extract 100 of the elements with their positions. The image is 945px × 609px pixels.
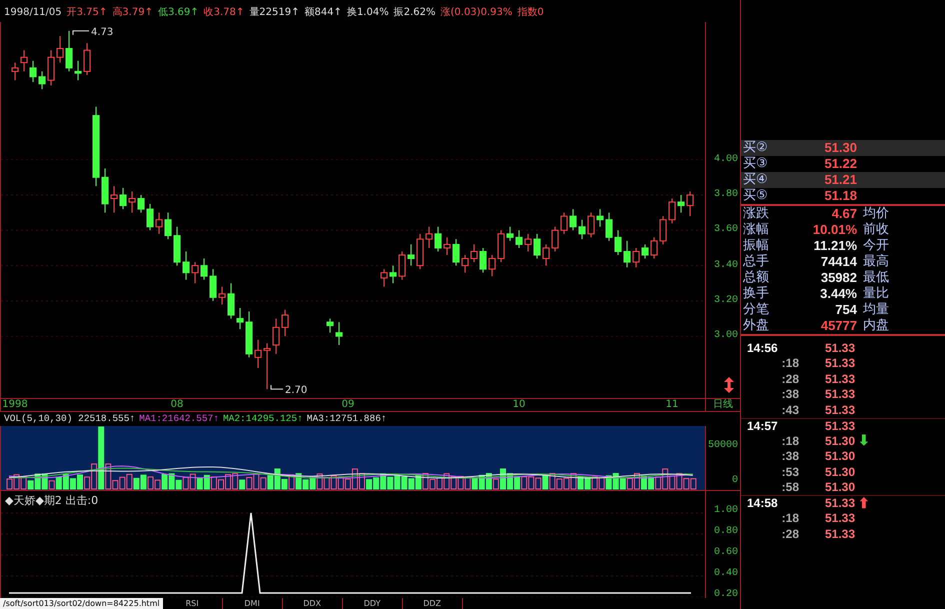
stat-value: 74414: [820, 254, 857, 270]
tick-price: 51.33: [825, 340, 856, 357]
tick-time: :28: [780, 526, 800, 543]
axis-label: 3.60: [714, 224, 738, 236]
date-axis-label: 08: [170, 399, 184, 411]
axis-label: 4.00: [714, 154, 738, 166]
bid-price: 51.21: [823, 172, 857, 188]
axis-label: 0.40: [714, 568, 738, 580]
axis-label: 0: [732, 475, 738, 487]
tick-time: 14:58: [746, 495, 779, 512]
stat-label: 内盘: [862, 318, 889, 334]
bid-price: 51.18: [823, 188, 857, 204]
candlestick: [408, 244, 414, 266]
tick-price: 51.33: [825, 386, 856, 404]
indicator-tab[interactable]: DDY: [342, 598, 403, 609]
quote-field: 开3.75↑: [66, 5, 108, 20]
date-label: 1998/11/05: [4, 6, 62, 20]
stat-value: 35982: [820, 270, 857, 286]
axis-label: 0.80: [714, 526, 738, 538]
axis-label: 3.20: [714, 294, 738, 307]
candlestick: [74, 60, 82, 81]
date-axis-label: 10: [512, 399, 526, 411]
indicator-value: MA1:21642.557↑: [139, 412, 219, 426]
candlestick: [110, 186, 118, 214]
candlestick: [336, 322, 342, 346]
stat-label: 最低: [862, 270, 889, 286]
stat-label: 外盘: [742, 318, 770, 334]
tick-time: :43: [780, 402, 800, 419]
candlestick: [156, 212, 162, 234]
candlestick: [92, 106, 100, 187]
tick-time: :28: [780, 370, 800, 388]
tick-time: :38: [780, 448, 800, 466]
stat-value: 45777: [820, 318, 857, 334]
low-price-label: 2.70: [285, 385, 308, 396]
tick-price: 51.33: [825, 402, 856, 419]
stat-value: 10.01%: [812, 222, 857, 238]
axis-label: 0.20: [714, 589, 738, 601]
stat-label: 振幅: [742, 238, 770, 254]
candlestick: [426, 226, 432, 248]
tick-time: :38: [780, 386, 800, 404]
quote-field: 振2.62%: [394, 5, 436, 20]
axis-label: 0.60: [714, 547, 738, 559]
candlestick: [102, 168, 108, 214]
indicator-value: MA2:14295.125↑: [222, 412, 303, 426]
stat-label: 量比: [862, 286, 889, 302]
quote-field: 额844↑: [304, 5, 342, 20]
quote-field: 换1.04%: [346, 5, 389, 20]
candlestick: [272, 318, 280, 354]
candlestick: [12, 62, 18, 81]
stat-label: 最高: [862, 254, 889, 270]
tick-price: 51.30: [825, 464, 856, 481]
tick-time: :58: [780, 479, 800, 496]
stat-label: 总额: [742, 270, 770, 286]
tick-price: 51.33: [825, 418, 856, 435]
candlestick: [20, 50, 28, 72]
stat-label: 今开: [862, 238, 889, 254]
axis-label: 3.40: [714, 260, 738, 272]
tick-arrow: ⬇: [858, 433, 870, 448]
axis-label: 3.00: [714, 330, 738, 342]
quote-field: 收3.78↑: [204, 5, 244, 20]
axis-label: 50000: [708, 440, 738, 452]
axis-label: 1.00: [714, 505, 738, 517]
bid-price: 51.22: [823, 156, 857, 172]
quote-field: 低3.69↑: [158, 5, 199, 20]
bid-label: 买③: [742, 156, 769, 172]
candlestick: [678, 194, 684, 214]
indicator-tab[interactable]: DDZ: [402, 598, 463, 609]
stat-value: 4.67: [830, 206, 857, 222]
tick-price: 51.33: [825, 355, 856, 372]
tick-time: :18: [780, 432, 800, 450]
quote-field: 高3.79↑: [112, 5, 153, 20]
stat-value: 11.21%: [812, 238, 857, 254]
status-url: /soft/sort013/sort02/down=84225.html: [0, 598, 163, 609]
date-axis-label: 1998: [2, 399, 28, 411]
high-price-label: 4.73: [91, 26, 114, 38]
indicator-tab[interactable]: DMI: [222, 598, 283, 609]
stat-value: 754: [834, 302, 857, 318]
indicator-value: VOL(5,10,30) 22518.555↑: [4, 412, 136, 426]
indicator-value: MA3:12751.886↑: [306, 412, 387, 426]
tick-price: 51.33: [825, 526, 856, 543]
leader-line: [270, 384, 284, 390]
candlestick: [444, 236, 450, 256]
bid-label: 买⑤: [742, 188, 769, 204]
candlestick: [128, 190, 136, 214]
candlestick: [624, 240, 630, 268]
period-label: 日线: [705, 399, 740, 411]
candlestick: [596, 208, 604, 228]
leader-line: [72, 30, 90, 36]
candlestick: [182, 250, 190, 280]
tick-time: :18: [780, 510, 800, 528]
stat-label: 均量: [862, 302, 889, 318]
stat-value: 3.44%: [819, 286, 857, 302]
indicator-tab[interactable]: DDX: [282, 598, 343, 609]
up-down-arrow-icon[interactable]: [724, 377, 734, 393]
candlestick: [390, 265, 396, 284]
tick-price: 51.33: [825, 510, 856, 528]
indicator-tab[interactable]: RSI: [162, 598, 223, 609]
stat-label: 前收: [862, 222, 889, 238]
bid-label: 买②: [742, 140, 769, 156]
stat-label: 均价: [862, 206, 889, 222]
